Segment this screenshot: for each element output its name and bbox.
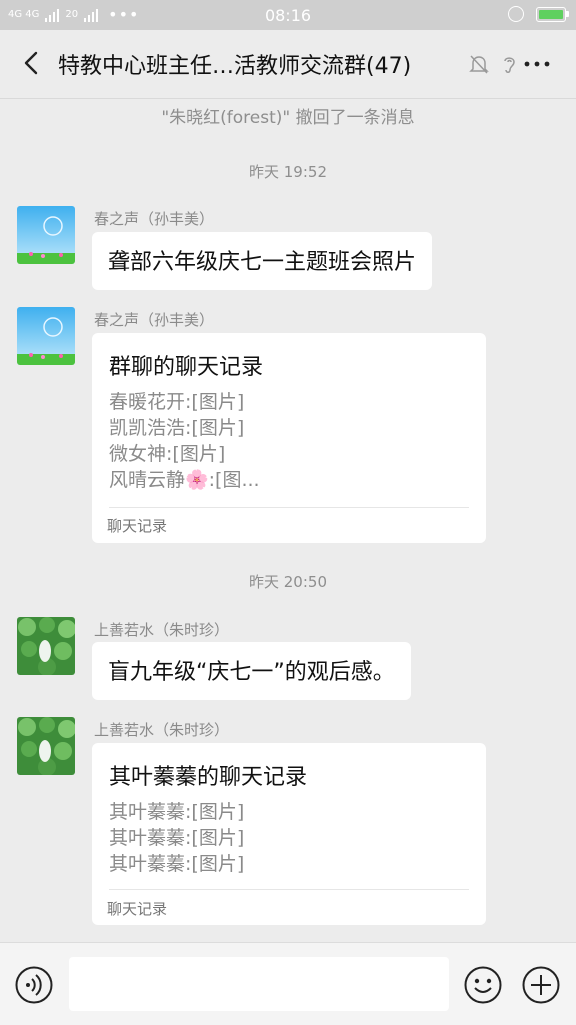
chat-record-card[interactable]: 群聊的聊天记录 春暖花开:[图片] 凯凯浩浩:[图片] 微女神:[图片] 风晴云…	[92, 333, 486, 543]
input-bar	[0, 942, 576, 1025]
record-line: 春暖花开:[图片]	[109, 391, 245, 413]
timestamp: 昨天 19:52	[249, 163, 327, 181]
record-footer: 聊天记录	[107, 517, 168, 535]
divider	[109, 889, 469, 890]
record-line: 其叶蓁蓁:[图片]	[109, 827, 245, 849]
avatar[interactable]	[17, 617, 75, 675]
record-line: 微女神:[图片]	[109, 443, 226, 465]
back-arrow-icon[interactable]	[18, 48, 48, 78]
message-input[interactable]	[69, 957, 449, 1011]
sender-name: 春之声（孙丰美）	[94, 210, 215, 228]
divider	[109, 507, 469, 508]
record-title: 其叶蓁蓁的聊天记录	[109, 765, 308, 790]
alarm-icon	[508, 6, 524, 22]
timestamp: 昨天 20:50	[249, 573, 327, 591]
battery-icon	[536, 6, 569, 22]
message-bubble[interactable]: 聋部六年级庆七一主题班会照片	[92, 232, 433, 290]
plus-icon[interactable]	[521, 965, 561, 1005]
record-footer: 聊天记录	[107, 900, 168, 918]
avatar[interactable]	[17, 206, 75, 264]
status-bar: 4G 4G 20 ••• 08:16	[0, 0, 576, 30]
more-options-icon[interactable]	[523, 52, 551, 76]
chat-header: 特教中心班主任…活教师交流群(47)	[0, 30, 576, 99]
status-right	[508, 6, 569, 22]
voice-icon[interactable]	[14, 965, 54, 1005]
record-line: 凯凯浩浩:[图片]	[109, 417, 245, 439]
chat-record-card[interactable]: 其叶蓁蓁的聊天记录 其叶蓁蓁:[图片] 其叶蓁蓁:[图片] 其叶蓁蓁:[图片] …	[92, 743, 486, 925]
record-line: 其叶蓁蓁:[图片]	[109, 853, 245, 875]
record-line: 风晴云静🌸:[图...	[109, 469, 260, 491]
record-title: 群聊的聊天记录	[109, 355, 264, 380]
recall-notice: "朱晓红(forest)" 撤回了一条消息	[161, 108, 415, 128]
earpiece-icon	[504, 57, 515, 73]
sender-name: 上善若水（朱时珍）	[94, 621, 230, 639]
chat-title: 特教中心班主任…活教师交流群(47)	[58, 54, 412, 79]
mute-bell-icon	[469, 55, 489, 74]
record-line: 其叶蓁蓁:[图片]	[109, 801, 245, 823]
emoji-icon[interactable]	[463, 965, 503, 1005]
sender-name: 春之声（孙丰美）	[94, 311, 215, 329]
avatar[interactable]	[17, 717, 75, 775]
avatar[interactable]	[17, 307, 75, 365]
status-time: 08:16	[264, 6, 312, 25]
sender-name: 上善若水（朱时珍）	[94, 721, 230, 739]
message-bubble[interactable]: 盲九年级“庆七一”的观后感。	[92, 642, 411, 700]
